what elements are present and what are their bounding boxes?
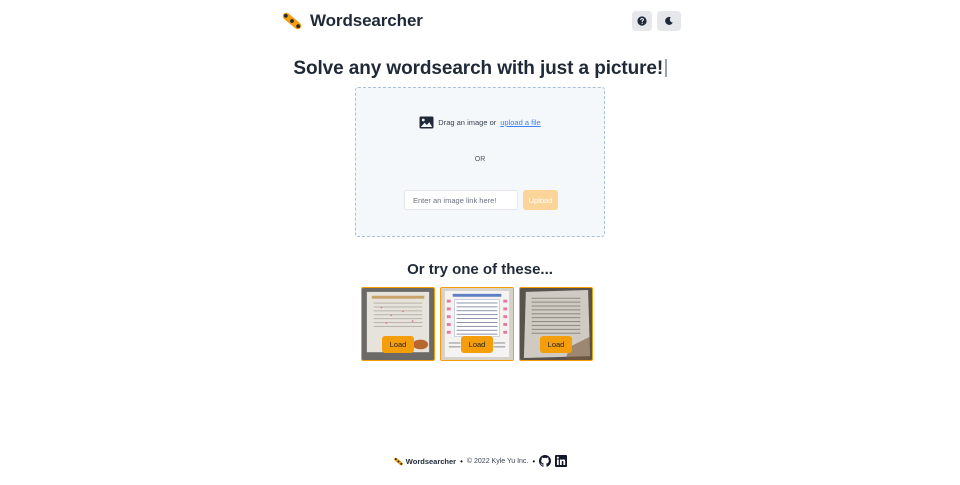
copyright-text: © 2022 Kyle Yu Inc. <box>466 457 529 465</box>
page-title-text: Solve any wordsearch with just a picture… <box>293 58 664 79</box>
drag-prompt: Drag an image or upload a file <box>356 116 604 129</box>
sample-card-2[interactable]: Load <box>440 287 514 361</box>
brand-name: Wordsearcher <box>310 11 423 30</box>
github-icon[interactable] <box>539 455 552 467</box>
or-divider: OR <box>474 156 486 163</box>
footer-brand-name: Wordsearcher <box>405 456 457 466</box>
header: Wordsearcher <box>280 8 681 34</box>
brand-link[interactable]: Wordsearcher <box>280 9 423 33</box>
sample-gallery: Load Load Load <box>361 287 593 361</box>
load-sample-button-2[interactable]: Load <box>461 336 493 353</box>
page-title: Solve any wordsearch with just a picture… <box>0 58 960 80</box>
drag-text: Drag an image or <box>438 118 497 127</box>
help-button[interactable] <box>632 11 652 31</box>
sample-card-3[interactable]: Load <box>519 287 593 361</box>
footer-brand-link[interactable]: Wordsearcher <box>393 456 456 467</box>
highlighter-logo-icon <box>394 457 403 465</box>
sample-card-1[interactable]: Load <box>361 287 435 361</box>
question-circle-icon <box>637 16 647 26</box>
footer-separator: • <box>460 456 463 466</box>
image-icon <box>419 116 434 129</box>
samples-title: Or try one of these... <box>407 261 553 278</box>
load-sample-button-1[interactable]: Load <box>382 336 414 353</box>
footer: Wordsearcher • © 2022 Kyle Yu Inc. • <box>0 455 960 467</box>
moon-icon <box>665 16 673 25</box>
image-dropzone[interactable]: Drag an image or upload a file OR Upload <box>355 87 605 237</box>
typing-caret <box>665 59 667 77</box>
footer-separator: • <box>532 456 536 466</box>
highlighter-logo-icon <box>282 12 302 30</box>
linkedin-icon[interactable] <box>555 455 568 467</box>
upload-button[interactable]: Upload <box>523 190 558 210</box>
upload-file-link[interactable]: upload a file <box>500 118 540 127</box>
load-sample-button-3[interactable]: Load <box>540 336 572 353</box>
image-link-input[interactable] <box>404 190 518 210</box>
image-link-form: Upload <box>404 190 558 210</box>
theme-toggle-button[interactable] <box>657 11 681 31</box>
header-actions <box>632 11 681 31</box>
